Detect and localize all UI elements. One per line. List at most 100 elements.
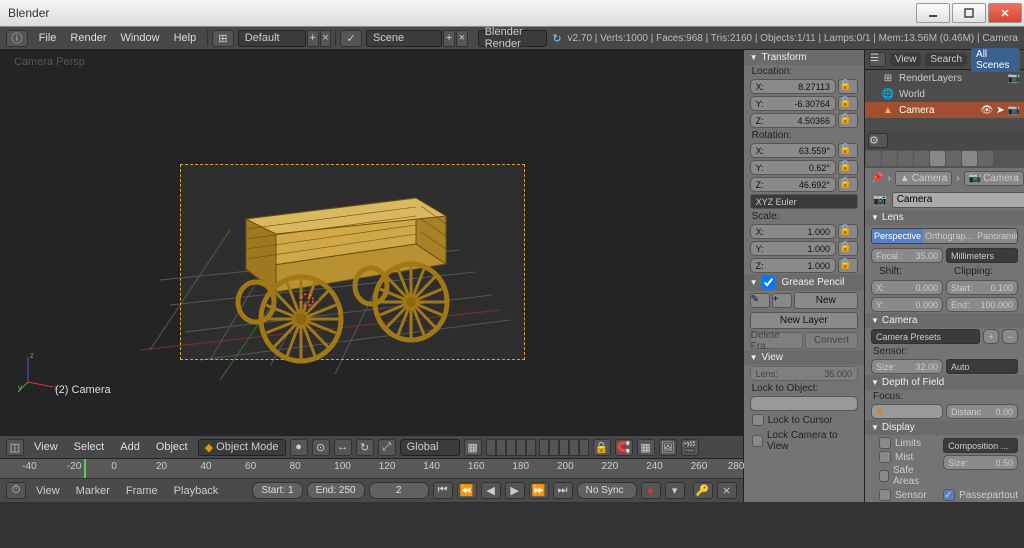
loc-y-field[interactable]: Y:-6.30764 [750, 96, 836, 111]
lock-icon[interactable]: 🔓 [838, 258, 858, 273]
lock-layers-icon[interactable]: 🔒 [593, 439, 611, 456]
key-delete-icon[interactable]: ⨯ [717, 482, 737, 499]
manipulator-scale-icon[interactable]: ⤢ [378, 439, 396, 456]
outliner-item-renderlayers[interactable]: ⊞RenderLayers📷 [865, 70, 1024, 86]
bc-object[interactable]: ▲ Camera [895, 171, 952, 186]
limits-checkbox[interactable]: Limits [871, 436, 940, 450]
rot-x-field[interactable]: X:63.559° [750, 143, 836, 158]
safe-areas-checkbox[interactable]: Safe Areas [871, 464, 940, 488]
manipulator-translate-icon[interactable]: ↔ [334, 439, 352, 456]
jump-start-icon[interactable]: ⏮ [433, 482, 453, 499]
rot-z-field[interactable]: Z:46.692° [750, 177, 836, 192]
play-reverse-icon[interactable]: ◀ [481, 482, 501, 499]
frame-current-field[interactable]: 2 [369, 482, 429, 499]
frame-start-field[interactable]: Start: 1 [252, 482, 302, 499]
render-engine-dropdown[interactable]: Blender Render [478, 30, 548, 47]
lens-unit-dropdown[interactable]: Millimeters [946, 248, 1018, 263]
render-anim-icon[interactable]: 🎬 [681, 439, 699, 456]
screen-layout-dropdown[interactable]: Default [238, 30, 306, 47]
outliner-tab-view[interactable]: View [890, 53, 922, 66]
lens-ortho[interactable]: Orthograp... [923, 229, 975, 243]
scene-browse-icon[interactable]: ✓ [340, 30, 362, 47]
pin-icon[interactable]: 📌 [871, 173, 883, 184]
datablock-name-input[interactable] [892, 192, 1024, 208]
gp-checkbox[interactable] [762, 276, 775, 289]
sync-dropdown[interactable]: No Sync [577, 482, 637, 499]
editor-type-properties-icon[interactable]: ⚙ [868, 133, 888, 148]
shift-x-field[interactable]: X:0.000 [871, 280, 943, 295]
focus-distance-field[interactable]: Distanc0.00 [946, 404, 1018, 419]
shading-solid-icon[interactable]: ● [290, 439, 308, 456]
sensor-size-field[interactable]: Size:32.00 [871, 359, 943, 374]
render-preview-icon[interactable]: 🖼 [659, 439, 677, 456]
lens-type-toggle[interactable]: Perspective Orthograp... Panoramic [871, 228, 1018, 244]
lock-icon[interactable]: 🔓 [838, 96, 858, 111]
maximize-button[interactable] [952, 3, 986, 23]
shift-y-field[interactable]: Y:0.000 [871, 297, 943, 312]
screen-add-button[interactable]: + [307, 30, 319, 47]
jump-end-icon[interactable]: ⏭ [553, 482, 573, 499]
snap-type-icon[interactable]: ▦ [637, 439, 655, 456]
pivot-icon[interactable]: ⊙ [312, 439, 330, 456]
tl-menu-playback[interactable]: Playback [168, 485, 225, 497]
editor-type-timeline-icon[interactable]: ⏱ [6, 482, 26, 499]
screen-browse-icon[interactable]: ⊞ [212, 30, 234, 47]
focal-length-field[interactable]: Focal :35.00 [871, 248, 943, 263]
scene-add-button[interactable]: + [443, 30, 455, 47]
orientation-dropdown[interactable]: Global [400, 439, 460, 456]
gp-convert-button[interactable]: Convert [805, 332, 858, 349]
camera-data-icon[interactable]: 📷 [871, 191, 889, 208]
preset-add-button[interactable]: + [983, 329, 999, 344]
tab-layers[interactable] [882, 151, 897, 166]
menu-object[interactable]: Object [150, 441, 194, 453]
snap-icon[interactable]: 🧲 [615, 439, 633, 456]
menu-help[interactable]: Help [167, 32, 204, 44]
editor-type-3dview-icon[interactable]: ◫ [6, 439, 24, 456]
manipulator-rotate-icon[interactable]: ↻ [356, 439, 374, 456]
menu-add[interactable]: Add [114, 441, 146, 453]
panel-view-header[interactable]: View [744, 350, 864, 365]
tab-world[interactable] [914, 151, 929, 166]
gp-pencil-icon[interactable]: ✎ [750, 293, 770, 308]
minimize-button[interactable] [916, 3, 950, 23]
keyset-icon[interactable]: ▾ [665, 482, 685, 499]
menu-select[interactable]: Select [68, 441, 111, 453]
editor-type-outliner-icon[interactable]: ☰ [869, 52, 886, 67]
menu-render[interactable]: Render [63, 32, 113, 44]
clip-start-field[interactable]: Start:0.100 [946, 280, 1018, 295]
passepartout-checkbox[interactable]: ✓Passepartout [943, 488, 1018, 502]
screen-delete-button[interactable]: × [320, 30, 332, 47]
scale-x-field[interactable]: X:1.000 [750, 224, 836, 239]
tab-constraints[interactable] [946, 151, 961, 166]
lock-icon[interactable]: 🔓 [838, 143, 858, 158]
tab-render[interactable] [866, 151, 881, 166]
tl-menu-view[interactable]: View [30, 485, 66, 497]
lock-icon[interactable]: 🔓 [838, 177, 858, 192]
layer-buttons[interactable] [486, 439, 589, 456]
display-size-field[interactable]: Size:0.50 [943, 455, 1018, 470]
scale-y-field[interactable]: Y:1.000 [750, 241, 836, 256]
tl-menu-marker[interactable]: Marker [70, 485, 116, 497]
layers-button-1[interactable]: ▦ [464, 439, 482, 456]
preset-remove-button[interactable]: − [1002, 329, 1018, 344]
gp-add-icon[interactable]: + [772, 293, 792, 308]
keyframe-prev-icon[interactable]: ⏪ [457, 482, 477, 499]
gp-new-button[interactable]: New [794, 292, 858, 309]
timeline-playhead[interactable] [84, 459, 86, 478]
timeline-ruler[interactable]: -40 -20 0 20 40 60 80 100 120 140 160 18… [0, 459, 743, 479]
panel-transform-header[interactable]: Transform [744, 50, 864, 65]
gp-delete-frame-button[interactable]: Delete Fra... [750, 332, 803, 349]
lock-icon[interactable]: 🔓 [838, 224, 858, 239]
camera-presets-dropdown[interactable]: Camera Presets [871, 329, 980, 344]
lock-icon[interactable]: 🔓 [838, 241, 858, 256]
menu-file[interactable]: File [32, 32, 64, 44]
tl-menu-frame[interactable]: Frame [120, 485, 164, 497]
lens-perspective[interactable]: Perspective [872, 229, 923, 243]
menu-window[interactable]: Window [113, 32, 166, 44]
rotation-mode-dropdown[interactable]: XYZ Euler [750, 194, 858, 209]
panel-gpencil-header[interactable]: Grease Pencil [744, 274, 864, 291]
close-button[interactable] [988, 3, 1022, 23]
lock-icon[interactable]: 🔓 [838, 113, 858, 128]
camera-panel-header[interactable]: Camera [865, 313, 1024, 328]
keyframe-next-icon[interactable]: ⏩ [529, 482, 549, 499]
